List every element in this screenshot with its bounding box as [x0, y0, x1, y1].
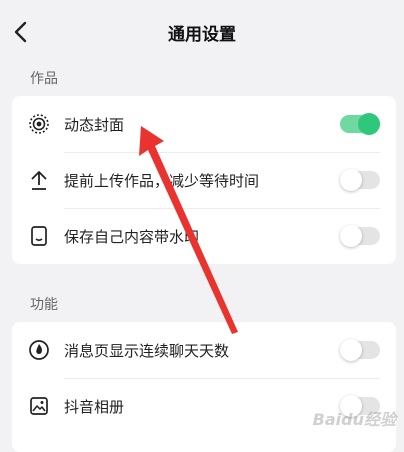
setting-row-pre-upload[interactable]: 提前上传作品，减少等待时间	[12, 152, 396, 208]
header-bar: 通用设置	[0, 0, 404, 64]
page-title: 通用设置	[168, 25, 236, 45]
album-icon	[30, 397, 48, 415]
pre-upload-toggle[interactable]	[340, 169, 380, 191]
toggle-knob	[340, 225, 362, 247]
setting-label: 动态封面	[64, 116, 125, 134]
setting-label: 保存自己内容带水印	[64, 228, 200, 246]
setting-row-chat-streak[interactable]: 消息页显示连续聊天天数	[12, 322, 396, 378]
setting-row-watermark[interactable]: 保存自己内容带水印	[12, 208, 396, 264]
setting-label: 抖音相册	[64, 398, 125, 416]
chat-streak-toggle[interactable]	[340, 339, 380, 361]
toggle-knob	[340, 169, 362, 191]
section-label-works: 作品	[30, 71, 58, 87]
setting-label: 消息页显示连续聊天天数	[64, 342, 230, 360]
upload-arrow-icon	[31, 171, 47, 190]
toggle-knob	[358, 113, 380, 135]
settings-card-works: 动态封面 提前上传作品，减少等待时间 保存自己内容带水印	[12, 96, 396, 264]
dynamic-cover-icon	[29, 114, 49, 134]
section-label-features: 功能	[30, 297, 58, 313]
setting-label: 提前上传作品，减少等待时间	[64, 172, 260, 190]
toggle-knob	[340, 339, 362, 361]
watermark-toggle[interactable]	[340, 225, 380, 247]
dynamic-cover-toggle[interactable]	[340, 113, 380, 135]
flame-icon	[29, 340, 49, 360]
phone-save-icon	[31, 226, 47, 246]
settings-card-features: 消息页显示连续聊天天数 抖音相册	[12, 322, 396, 452]
watermark: Baidu经验	[312, 410, 396, 429]
setting-row-dynamic-cover[interactable]: 动态封面	[12, 96, 396, 152]
